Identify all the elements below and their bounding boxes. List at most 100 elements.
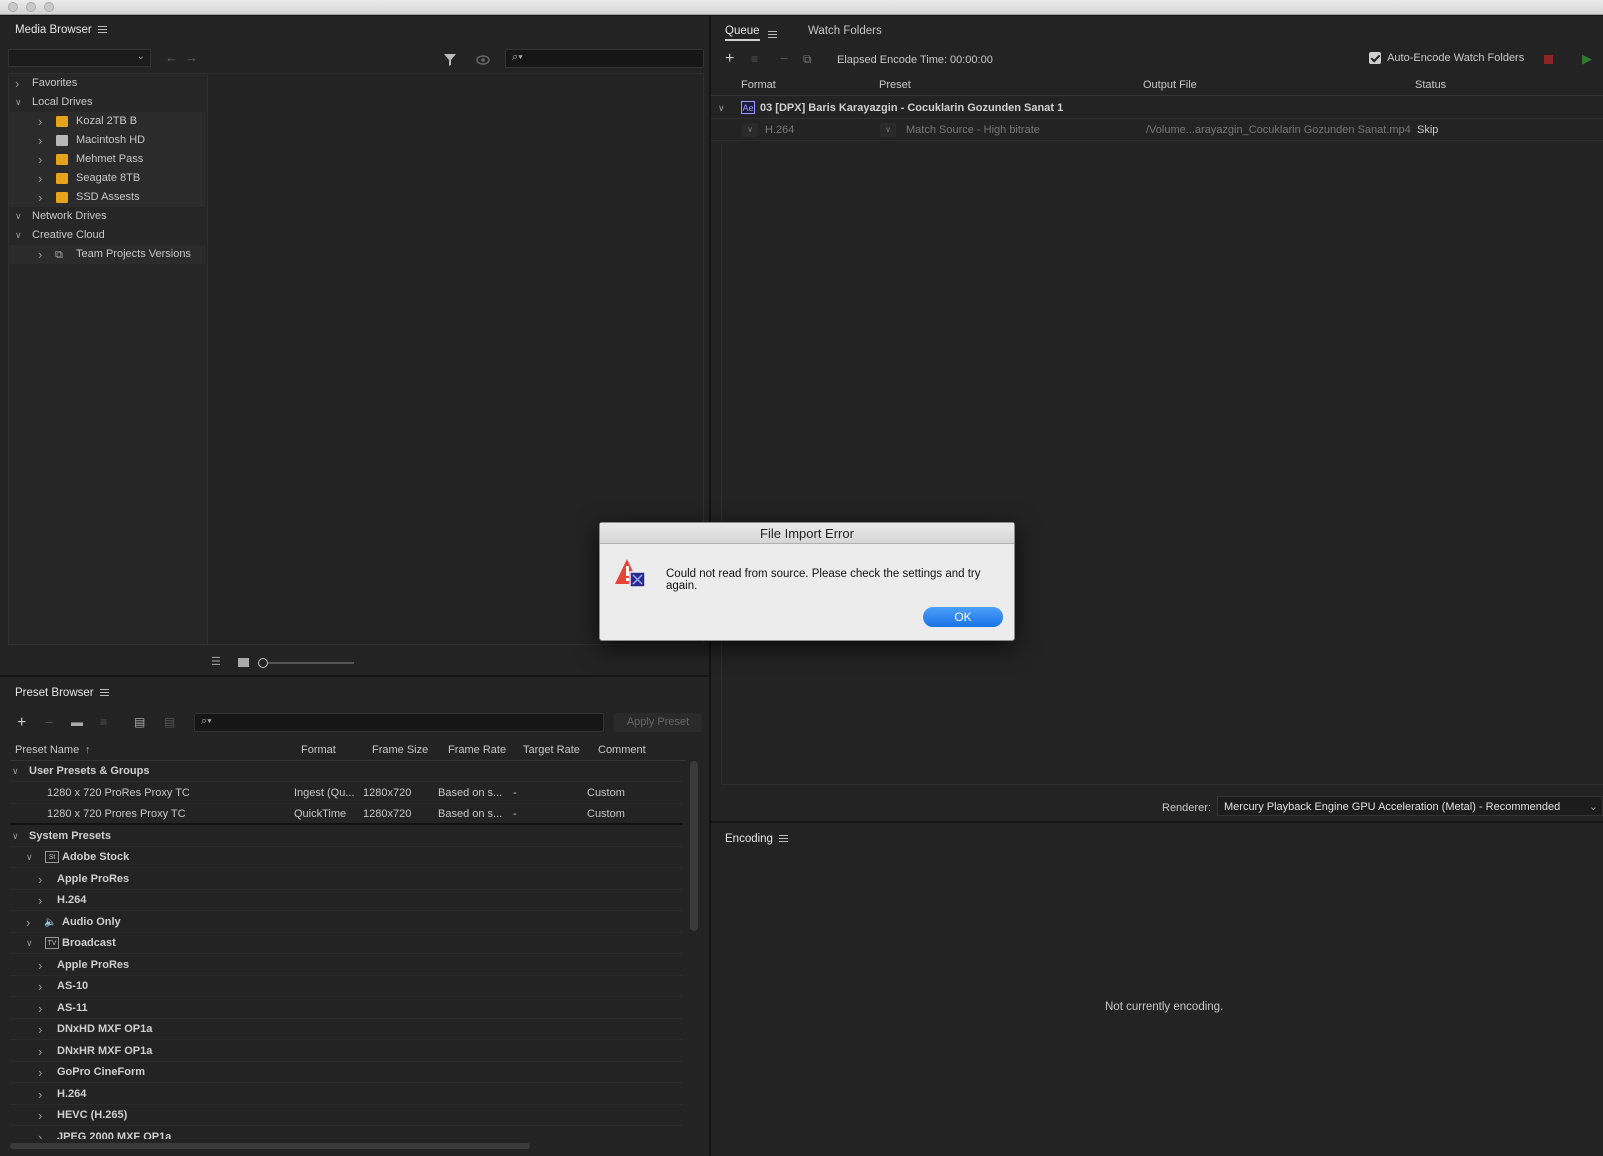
import-preset-icon[interactable]: ▤ (134, 715, 145, 729)
preset-group-row[interactable]: ∨ System Presets (10, 826, 682, 847)
chevron-right-icon[interactable]: › (26, 912, 30, 933)
forward-arrow-icon[interactable]: → (185, 50, 198, 65)
chevron-right-icon[interactable]: › (38, 976, 42, 997)
chevron-right-icon[interactable]: › (38, 188, 42, 207)
list-view-icon[interactable]: ☰ (211, 655, 221, 668)
preset-group-row[interactable]: ∨ St Adobe Stock (10, 847, 682, 868)
chevron-right-icon[interactable]: › (38, 245, 42, 264)
auto-encode-checkbox[interactable] (1369, 52, 1381, 65)
col-frame-size[interactable]: Frame Size (372, 739, 428, 761)
chevron-right-icon[interactable]: › (38, 112, 42, 131)
preset-group-row[interactable]: › HEVC (H.265) (10, 1105, 682, 1126)
thumbnail-view-icon[interactable] (238, 658, 249, 667)
preset-group-row[interactable]: › Apple ProRes (10, 869, 682, 890)
tree-item[interactable]: ∨ Creative Cloud (9, 226, 205, 245)
chevron-down-icon[interactable]: ∨ (718, 97, 725, 119)
preset-row[interactable]: 1280 x 720 ProRes Proxy TC Ingest (Qu... 1… (10, 783, 682, 804)
tree-item[interactable]: ∨ Network Drives (9, 207, 205, 226)
panel-menu-icon[interactable] (99, 689, 109, 697)
col-status[interactable]: Status (1415, 74, 1446, 96)
apply-preset-button[interactable]: Apply Preset (614, 713, 702, 732)
chevron-right-icon[interactable]: › (38, 169, 42, 188)
zoom-slider-handle[interactable] (258, 658, 268, 668)
tree-item[interactable]: › Favorites (9, 74, 205, 93)
queue-output-row[interactable]: ∨ H.264 ∨ Match Source - High bitrate /V… (711, 119, 1603, 141)
minimize-window-button[interactable] (26, 2, 36, 12)
zoom-window-button[interactable] (44, 2, 54, 12)
tree-item[interactable]: › Kozal 2TB B (9, 112, 205, 131)
col-frame-rate[interactable]: Frame Rate (448, 739, 506, 761)
chevron-right-icon[interactable]: › (38, 150, 42, 169)
chevron-right-icon[interactable]: › (38, 955, 42, 976)
chevron-right-icon[interactable]: › (38, 890, 42, 911)
zoom-slider[interactable] (258, 658, 354, 668)
filter-icon[interactable] (443, 53, 457, 67)
remove-preset-icon[interactable]: − (45, 714, 53, 730)
duplicate-icon[interactable]: ⧉ (803, 52, 812, 67)
start-queue-icon[interactable]: ▶ (1582, 51, 1592, 67)
preset-group-row[interactable]: › GoPro CineForm (10, 1062, 682, 1083)
col-format[interactable]: Format (301, 739, 336, 761)
tree-item[interactable]: › ⧉ Team Projects Versions (9, 245, 205, 264)
chevron-down-icon[interactable]: ∨ (12, 761, 19, 782)
chevron-down-icon[interactable]: ∨ (26, 847, 33, 868)
tree-item[interactable]: ∨ Local Drives (9, 93, 205, 112)
location-dropdown[interactable]: ⌄ (8, 49, 151, 67)
format-dropdown-icon[interactable]: ∨ (742, 123, 758, 137)
ok-button[interactable]: OK (923, 607, 1003, 627)
chevron-right-icon[interactable]: › (38, 998, 42, 1019)
preset-horizontal-scrollbar[interactable] (10, 1143, 530, 1149)
col-preset[interactable]: Preset (879, 74, 911, 96)
chevron-down-icon[interactable]: ∨ (12, 826, 19, 847)
preset-settings-icon[interactable]: ≡ (100, 715, 107, 729)
view-visibility-icon[interactable] (476, 55, 490, 65)
col-output-file[interactable]: Output File (1143, 74, 1197, 96)
preset-vertical-scrollbar[interactable] (690, 761, 698, 931)
stop-queue-icon[interactable] (1544, 55, 1553, 64)
preset-group-row[interactable]: ∨ TV Broadcast (10, 933, 682, 954)
media-search-input[interactable]: ⌕▾ (505, 49, 704, 68)
chevron-right-icon[interactable]: › (15, 74, 19, 93)
col-format[interactable]: Format (741, 74, 776, 96)
tab-watch-folders[interactable]: Watch Folders (808, 21, 882, 41)
add-source-icon[interactable]: + (725, 50, 734, 68)
queue-source-row[interactable]: ∨ Ae 03 [DPX] Baris Karayazgin - Cocukla… (711, 97, 1603, 119)
chevron-down-icon[interactable]: ∨ (26, 933, 33, 954)
tree-item[interactable]: › SSD Assests (9, 188, 205, 207)
export-preset-icon[interactable]: ▤ (164, 715, 175, 729)
close-window-button[interactable] (8, 2, 18, 12)
output-format[interactable]: H.264 (765, 119, 794, 141)
preset-group-row[interactable]: › AS-10 (10, 976, 682, 997)
preset-group-row[interactable]: › Apple ProRes (10, 955, 682, 976)
col-target-rate[interactable]: Target Rate (523, 739, 580, 761)
preset-search-input[interactable]: ⌕▾ (194, 713, 604, 732)
chevron-right-icon[interactable]: › (38, 869, 42, 890)
output-preset[interactable]: Match Source - High bitrate (906, 119, 1040, 141)
tree-item[interactable]: › Mehmet Pass (9, 150, 205, 169)
chevron-down-icon[interactable]: ∨ (15, 93, 22, 112)
chevron-right-icon[interactable]: › (38, 1127, 42, 1140)
chevron-right-icon[interactable]: › (38, 1041, 42, 1062)
queue-settings-icon[interactable]: ≡ (751, 52, 758, 66)
output-file-path[interactable]: /Volume...arayazgin_Cocuklarin Gozunden … (1146, 119, 1411, 141)
tree-item[interactable]: › Seagate 8TB (9, 169, 205, 188)
preset-group-row[interactable]: › DNxHD MXF OP1a (10, 1019, 682, 1040)
chevron-right-icon[interactable]: › (38, 1084, 42, 1105)
chevron-right-icon[interactable]: › (38, 1062, 42, 1083)
new-group-icon[interactable]: ▬ (71, 715, 83, 729)
preset-group-row[interactable]: › H.264 (10, 890, 682, 911)
preset-row[interactable]: 1280 x 720 Prores Proxy TC QuickTime 1280x… (10, 804, 682, 825)
preset-group-row[interactable]: › 🔈 Audio Only (10, 912, 682, 933)
panel-menu-icon[interactable] (768, 30, 777, 38)
tree-item[interactable]: › Macintosh HD (9, 131, 205, 150)
preset-group-row[interactable]: › JPEG 2000 MXF OP1a (10, 1127, 682, 1140)
panel-menu-icon[interactable] (778, 835, 788, 843)
chevron-right-icon[interactable]: › (38, 1105, 42, 1126)
chevron-down-icon[interactable]: ∨ (15, 207, 22, 226)
panel-menu-icon[interactable] (97, 26, 107, 34)
tab-queue[interactable]: Queue (725, 21, 760, 41)
preset-group-row[interactable]: › AS-11 (10, 998, 682, 1019)
chevron-right-icon[interactable]: › (38, 131, 42, 150)
back-arrow-icon[interactable]: ← (165, 50, 178, 65)
preset-group-row[interactable]: › DNxHR MXF OP1a (10, 1041, 682, 1062)
